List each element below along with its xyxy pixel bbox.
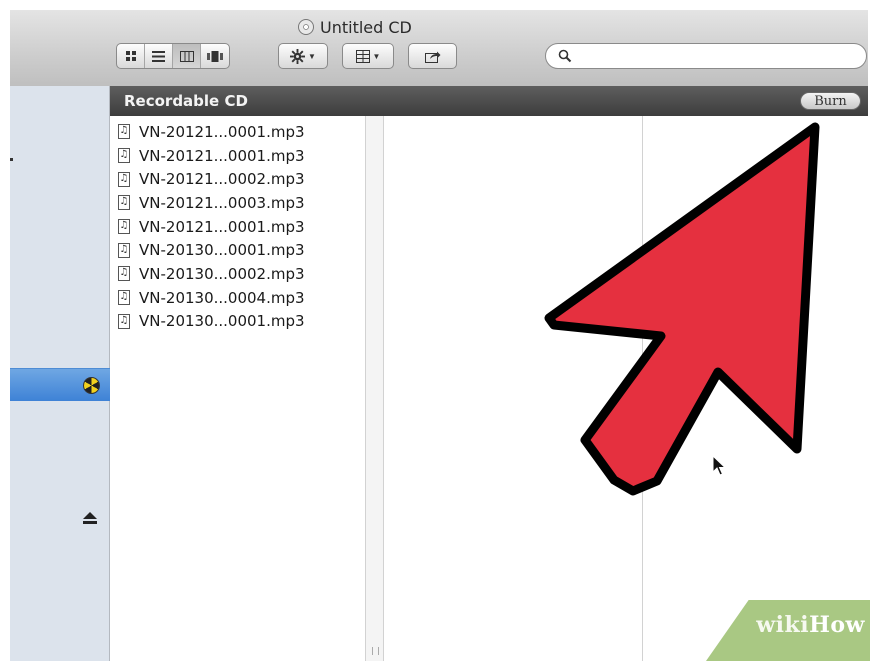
file-name: VN-20121...0001.mp3 [139,146,305,165]
file-name: VN-20121...0001.mp3 [139,217,305,236]
sidebar-item-recordable-cd[interactable] [10,368,110,401]
chevron-down-icon: ▼ [372,51,381,61]
file-item[interactable]: ♫ VN-20130...0002.mp3 [118,262,305,286]
eject-icon[interactable] [83,512,97,524]
window-title-text: Untitled CD [320,17,412,37]
file-name: VN-20130...0001.mp3 [139,241,305,260]
action-menu-button[interactable]: ▼ [278,43,328,69]
empty-column [384,116,643,661]
list-view-button[interactable] [145,44,173,68]
mouse-pointer-icon [712,455,726,476]
file-name: VN-20130...0001.mp3 [139,312,305,331]
watermark-wiki: wiki [756,612,810,638]
file-name: VN-20130...0002.mp3 [139,264,305,283]
column-divider[interactable] [366,116,384,661]
list-view-icon [152,50,165,62]
sidebar-marker [10,158,13,161]
file-name: VN-20121...0001.mp3 [139,122,305,141]
recordable-cd-label: Recordable CD [124,92,248,110]
file-item[interactable]: ♫ VN-20130...0001.mp3 [118,238,305,262]
audio-file-icon: ♫ [118,148,130,164]
icon-view-button[interactable] [117,44,145,68]
icon-view-icon [125,51,136,61]
burn-radiation-icon[interactable] [83,377,100,394]
file-name: VN-20121...0002.mp3 [139,170,305,189]
audio-file-icon: ♫ [118,266,130,282]
burn-button[interactable]: Burn [800,92,861,110]
search-field[interactable] [545,43,867,69]
arrange-grid-icon [355,49,370,63]
file-item[interactable]: ♫ VN-20130...0001.mp3 [118,310,305,334]
window-title: Untitled CD [298,16,412,38]
file-item[interactable]: ♫ VN-20121...0001.mp3 [118,215,305,239]
cover-flow-view-button[interactable] [201,44,229,68]
view-mode-control[interactable] [116,43,230,69]
gear-icon [290,48,306,64]
file-item[interactable]: ♫ VN-20121...0001.mp3 [118,144,305,168]
audio-file-icon: ♫ [118,313,130,329]
sidebar [10,86,110,661]
header-strip: Recordable CD Burn [110,86,868,116]
audio-file-icon: ♫ [118,242,130,258]
toolbar: Untitled CD ▼ ▼ [10,10,868,87]
watermark-how: How [809,612,865,638]
audio-file-icon: ♫ [118,124,130,140]
audio-file-icon: ♫ [118,219,130,235]
audio-file-icon: ♫ [118,171,130,187]
share-button[interactable] [408,43,457,69]
file-list: ♫ VN-20121...0001.mp3 ♫ VN-20121...0001.mp3… [118,120,305,333]
file-item[interactable]: ♫ VN-20121...0002.mp3 [118,167,305,191]
chevron-down-icon: ▼ [308,51,316,61]
cover-flow-icon [207,50,223,62]
file-item[interactable]: ♫ VN-20130...0004.mp3 [118,286,305,310]
watermark-text: wikiHow [756,612,865,638]
file-item[interactable]: ♫ VN-20121...0003.mp3 [118,191,305,215]
preview-column [643,116,868,661]
share-icon [424,51,440,63]
column-view-button[interactable] [173,44,201,68]
file-name: VN-20121...0003.mp3 [139,193,305,212]
column-view-icon [179,50,194,62]
arrange-menu-button[interactable]: ▼ [342,43,394,69]
file-item[interactable]: ♫ VN-20121...0001.mp3 [118,120,305,144]
audio-file-icon: ♫ [118,195,130,211]
file-column: ♫ VN-20121...0001.mp3 ♫ VN-20121...0001.mp3… [110,116,366,661]
cd-icon [298,19,314,35]
file-name: VN-20130...0004.mp3 [139,288,305,307]
column-resize-handle[interactable] [372,647,379,655]
search-icon [558,49,572,63]
audio-file-icon: ♫ [118,290,130,306]
finder-window: Untitled CD ▼ ▼ Recordable CD Burn ♫ VN-… [10,10,868,661]
